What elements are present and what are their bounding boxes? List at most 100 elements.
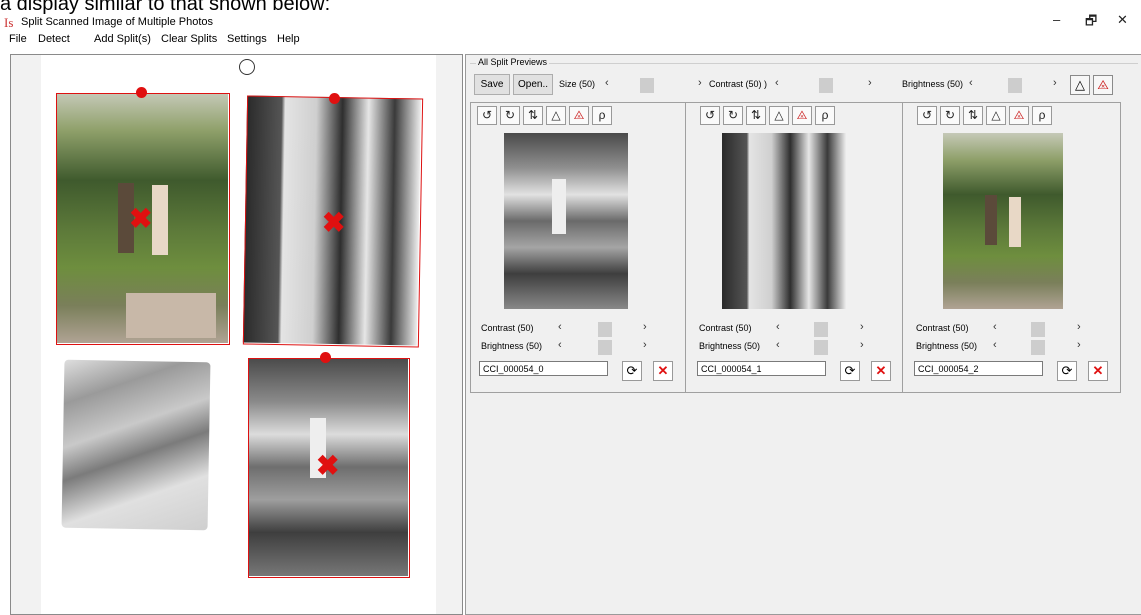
panel-brightness-label: Brightness (50) [699,341,761,351]
close-button[interactable]: ✕ [1117,12,1128,28]
panel-contrast-left[interactable]: ‹ [776,321,780,333]
rotation-handle[interactable] [239,59,255,75]
contrast-label: Contrast (50) ) [709,79,768,89]
panel-brightness-right[interactable]: › [643,339,647,351]
photo-figure [1009,197,1021,247]
panel-contrast-right[interactable]: › [860,321,864,333]
minimize-button[interactable]: – [1053,12,1060,27]
panel-contrast-label: Contrast (50) [916,323,969,333]
contrast-icon[interactable]: △ [546,106,566,125]
panel-contrast-thumb[interactable] [1031,322,1045,337]
panel-contrast-thumb[interactable] [814,322,828,337]
contrast-icon[interactable]: △ [769,106,789,125]
auto-contrast-all-button[interactable]: △ [1070,75,1090,95]
panel-brightness-label: Brightness (50) [481,341,543,351]
split-preview-image-2 [943,133,1063,309]
rotate-right-icon[interactable]: ↻ [723,106,743,125]
size-label: Size (50) [559,79,596,89]
save-button[interactable]: Save [474,74,510,95]
brightness-slider-left[interactable]: ‹ [969,77,973,89]
split-preview-image-1 [722,133,846,309]
panel-brightness-left[interactable]: ‹ [776,339,780,351]
split-center-marker[interactable]: ✖ [322,209,345,237]
delete-split-icon[interactable]: ✕ [653,361,673,381]
panel-brightness-thumb[interactable] [814,340,828,355]
open-button[interactable]: Open.. [513,74,553,95]
split-preview-panel-0: ↺ ↻ ⇅ △ ⨻ ρ Contrast (50) ‹ › Brightness… [470,102,687,393]
panel-contrast-thumb[interactable] [598,322,612,337]
split-name-input[interactable]: CCI_000054_1 [697,361,826,376]
reset-icon[interactable]: ⟳ [1057,361,1077,381]
restore-button[interactable]: 🗗 [1085,12,1097,34]
brightness-slider-right[interactable]: › [1053,77,1057,89]
panel-brightness-thumb[interactable] [1031,340,1045,355]
title-bar: Is Split Scanned Image of Multiple Photo… [0,12,1141,34]
no-contrast-icon[interactable]: ⨻ [1009,106,1029,125]
split-preview-panel-2: ↺ ↻ ⇅ △ ⨻ ρ Contrast (50) ‹ › Brightness… [902,102,1121,393]
all-split-previews-group: All Split Previews Save Open.. Size (50)… [465,54,1141,615]
panel-contrast-right[interactable]: › [643,321,647,333]
split-center-marker[interactable]: ✖ [316,452,339,480]
flip-icon[interactable]: ⇅ [523,106,543,125]
rotate-left-icon[interactable]: ↺ [700,106,720,125]
panel-brightness-right[interactable]: › [1077,339,1081,351]
delete-split-icon[interactable]: ✕ [871,361,891,381]
app-icon: Is [4,15,14,30]
split-rotate-handle[interactable] [136,87,147,98]
delete-split-icon[interactable]: ✕ [1088,361,1108,381]
no-contrast-icon[interactable]: ⨻ [569,106,589,125]
split-preview-panel-1: ↺ ↻ ⇅ △ ⨻ ρ Contrast (50) ‹ › Brightness… [685,102,904,393]
panel-contrast-right[interactable]: › [1077,321,1081,333]
brightness-slider-thumb[interactable] [1008,78,1022,93]
size-slider-right[interactable]: › [698,77,702,89]
group-title: All Split Previews [476,57,550,67]
pick-icon[interactable]: ρ [592,106,612,125]
contrast-slider-left[interactable]: ‹ [775,77,779,89]
window-title: Split Scanned Image of Multiple Photos [21,16,214,28]
split-rotate-handle[interactable] [329,93,340,104]
photo-figure [985,195,997,245]
rotate-left-icon[interactable]: ↺ [477,106,497,125]
menu-bar: File Detect Add Split(s) Clear Splits Se… [0,32,1141,50]
menu-settings[interactable]: Settings [227,33,267,45]
menu-add-splits[interactable]: Add Split(s) [94,33,151,45]
panel-brightness-right[interactable]: › [860,339,864,351]
reset-icon[interactable]: ⟳ [840,361,860,381]
pick-icon[interactable]: ρ [1032,106,1052,125]
rotate-left-icon[interactable]: ↺ [917,106,937,125]
panel-brightness-left[interactable]: ‹ [558,339,562,351]
panel-brightness-label: Brightness (50) [916,341,978,351]
panel-brightness-thumb[interactable] [598,340,612,355]
rotate-right-icon[interactable]: ↻ [940,106,960,125]
menu-help[interactable]: Help [277,33,300,45]
menu-file[interactable]: File [9,33,27,45]
reset-icon[interactable]: ⟳ [622,361,642,381]
contrast-icon[interactable]: △ [986,106,1006,125]
flip-icon[interactable]: ⇅ [963,106,983,125]
no-contrast-icon[interactable]: ⨻ [792,106,812,125]
size-slider-left[interactable]: ‹ [605,77,609,89]
panel-contrast-left[interactable]: ‹ [993,321,997,333]
split-name-input[interactable]: CCI_000054_2 [914,361,1043,376]
split-center-marker[interactable]: ✖ [129,205,152,233]
photo-figure [552,179,566,234]
panel-contrast-label: Contrast (50) [699,323,752,333]
brightness-label: Brightness (50) [902,79,964,89]
panel-contrast-left[interactable]: ‹ [558,321,562,333]
panel-contrast-label: Contrast (50) [481,323,534,333]
contrast-slider-right[interactable]: › [868,77,872,89]
scanned-image-area[interactable]: ✖ ✖ ✖ [10,54,463,615]
split-rotate-handle[interactable] [320,352,331,363]
pick-icon[interactable]: ρ [815,106,835,125]
split-preview-image-0 [504,133,628,309]
menu-detect[interactable]: Detect [38,33,70,45]
split-name-input[interactable]: CCI_000054_0 [479,361,608,376]
flip-icon[interactable]: ⇅ [746,106,766,125]
scanned-photo-3 [61,359,211,531]
size-slider-thumb[interactable] [640,78,654,93]
menu-clear-splits[interactable]: Clear Splits [161,33,217,45]
panel-brightness-left[interactable]: ‹ [993,339,997,351]
contrast-slider-thumb[interactable] [819,78,833,93]
rotate-right-icon[interactable]: ↻ [500,106,520,125]
reset-contrast-all-button[interactable]: ⨻ [1093,75,1113,95]
